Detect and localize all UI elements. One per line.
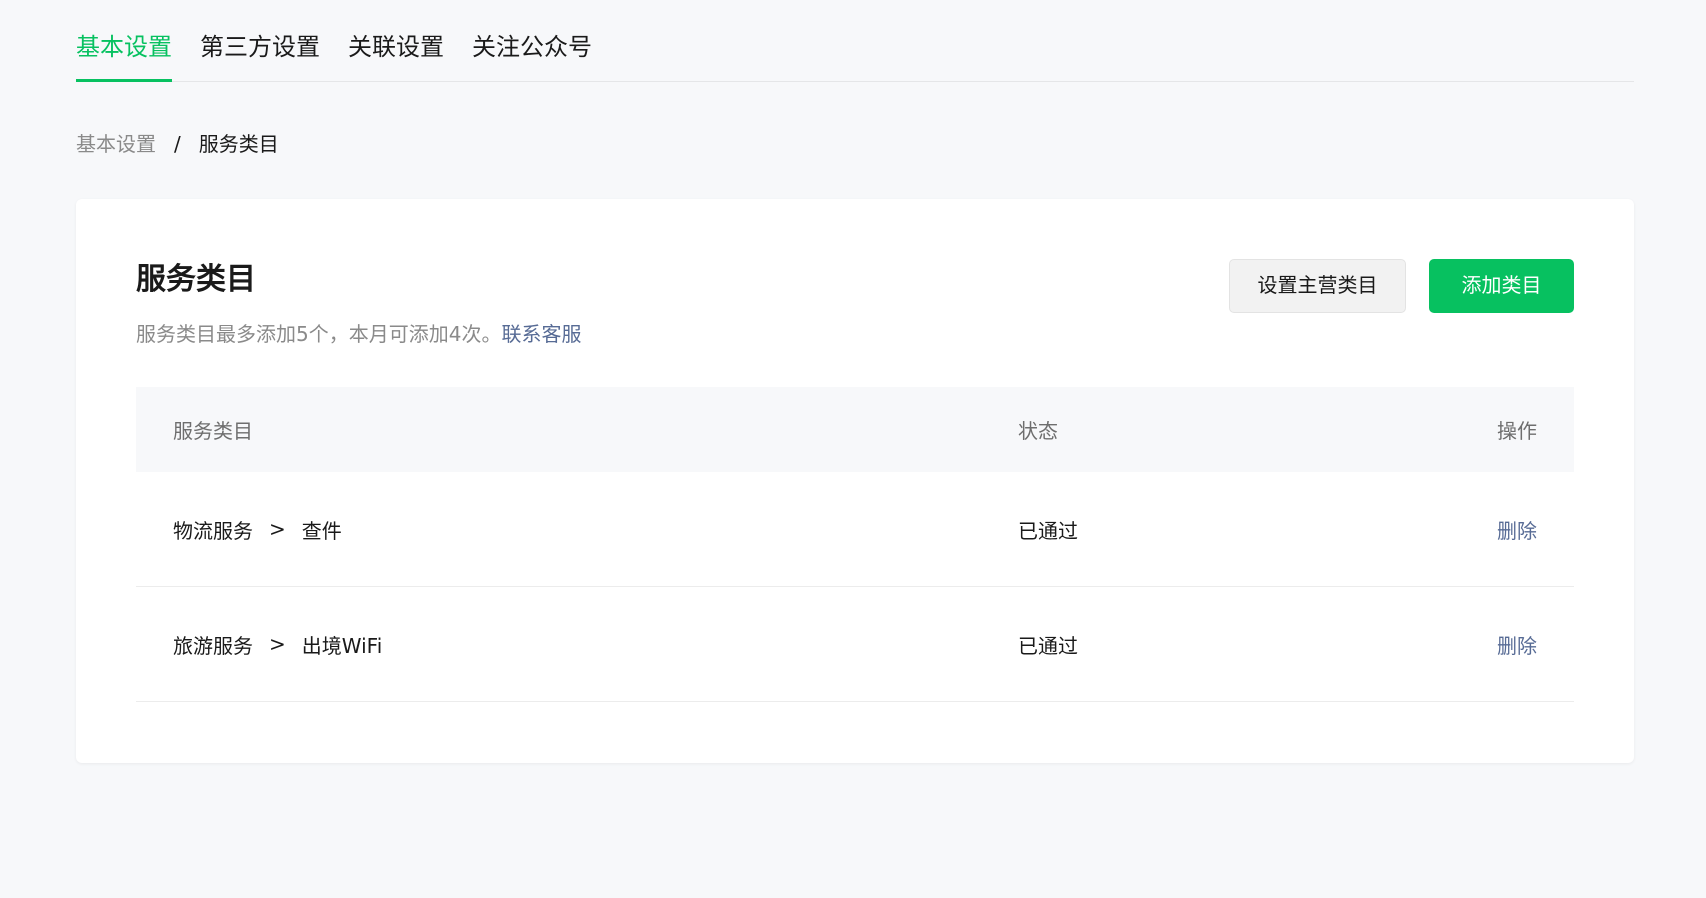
breadcrumb-current: 服务类目 (198, 132, 279, 156)
page: 基本设置 第三方设置 关联设置 关注公众号 基本设置 / 服务类目 服务类目 服… (0, 0, 1706, 898)
column-header-operation: 操作 (1497, 419, 1537, 443)
tab-label: 关联设置 (348, 33, 444, 61)
breadcrumb-separator: / (174, 132, 181, 156)
tab-label: 第三方设置 (200, 33, 320, 61)
settings-tabs: 基本设置 第三方设置 关联设置 关注公众号 (76, 0, 1634, 82)
category-arrow: > (269, 517, 286, 541)
description-text: 服务类目最多添加5个，本月可添加4次。 (136, 322, 502, 346)
service-category-card: 服务类目 服务类目最多添加5个，本月可添加4次。联系客服 设置主营类目 添加类目… (76, 199, 1634, 763)
column-header-status: 状态 (1018, 419, 1058, 443)
tab-label: 关注公众号 (472, 33, 592, 61)
category-name: 旅游服务 (173, 633, 253, 658)
tab-linked-settings[interactable]: 关联设置 (348, 0, 444, 81)
table-row: 旅游服务 > 出境WiFi 已通过 删除 (136, 587, 1574, 702)
contact-support-link[interactable]: 联系客服 (501, 322, 581, 346)
add-category-button[interactable]: 添加类目 (1429, 259, 1574, 313)
category-arrow: > (269, 632, 286, 656)
tab-basic-settings[interactable]: 基本设置 (76, 0, 172, 82)
column-header-category: 服务类目 (173, 419, 253, 443)
tab-label: 基本设置 (76, 33, 172, 61)
delete-link[interactable]: 删除 (1497, 634, 1537, 658)
category-cell: 物流服务 > 查件 (136, 515, 1018, 544)
operation-cell: 删除 (1374, 630, 1574, 659)
category-cell: 旅游服务 > 出境WiFi (136, 630, 1018, 659)
status-cell: 已通过 (1018, 518, 1078, 543)
set-main-category-button[interactable]: 设置主营类目 (1229, 259, 1406, 313)
subcategory-name: 出境WiFi (301, 633, 383, 658)
tab-third-party-settings[interactable]: 第三方设置 (200, 0, 320, 81)
tab-follow-official-account[interactable]: 关注公众号 (472, 0, 592, 81)
card-description: 服务类目最多添加5个，本月可添加4次。联系客服 (136, 324, 581, 344)
category-table: 服务类目 状态 操作 物流服务 > 查件 已通过 删除 旅游服务 > 出境WiF… (136, 387, 1574, 702)
status-cell: 已通过 (1018, 633, 1078, 658)
delete-link[interactable]: 删除 (1497, 519, 1537, 543)
page-title: 服务类目 (136, 262, 256, 297)
subcategory-name: 查件 (301, 518, 342, 543)
table-row: 物流服务 > 查件 已通过 删除 (136, 472, 1574, 587)
operation-cell: 删除 (1374, 515, 1574, 544)
breadcrumb-parent-link[interactable]: 基本设置 (76, 134, 156, 154)
breadcrumb: 基本设置 / 服务类目 (76, 134, 279, 154)
table-header: 服务类目 状态 操作 (136, 387, 1574, 472)
category-name: 物流服务 (173, 518, 253, 543)
